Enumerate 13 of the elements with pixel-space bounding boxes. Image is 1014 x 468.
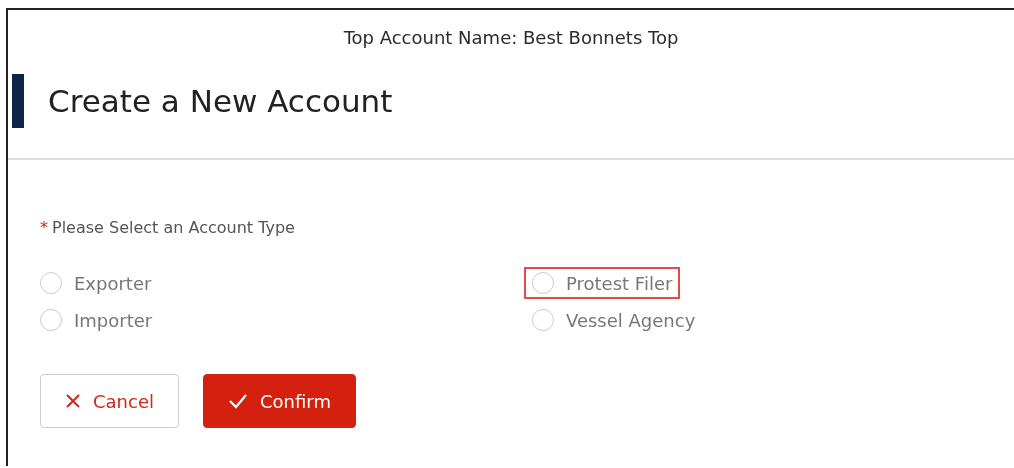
field-label: Please Select an Account Type: [52, 218, 295, 237]
confirm-button[interactable]: Confirm: [203, 374, 356, 428]
radio-option[interactable]: Importer: [32, 304, 161, 336]
radio-option[interactable]: Protest Filer: [524, 267, 681, 299]
title-accent-bar: [12, 74, 24, 128]
close-icon: [65, 393, 81, 409]
radio-option[interactable]: Exporter: [32, 267, 160, 299]
check-icon: [228, 393, 248, 409]
top-account-name: Top Account Name: Best Bonnets Top: [342, 26, 680, 48]
radio-option[interactable]: Vessel Agency: [524, 304, 704, 336]
cancel-button[interactable]: Cancel: [40, 374, 179, 428]
page-title: Create a New Account: [48, 83, 393, 119]
required-mark: *: [40, 218, 48, 237]
